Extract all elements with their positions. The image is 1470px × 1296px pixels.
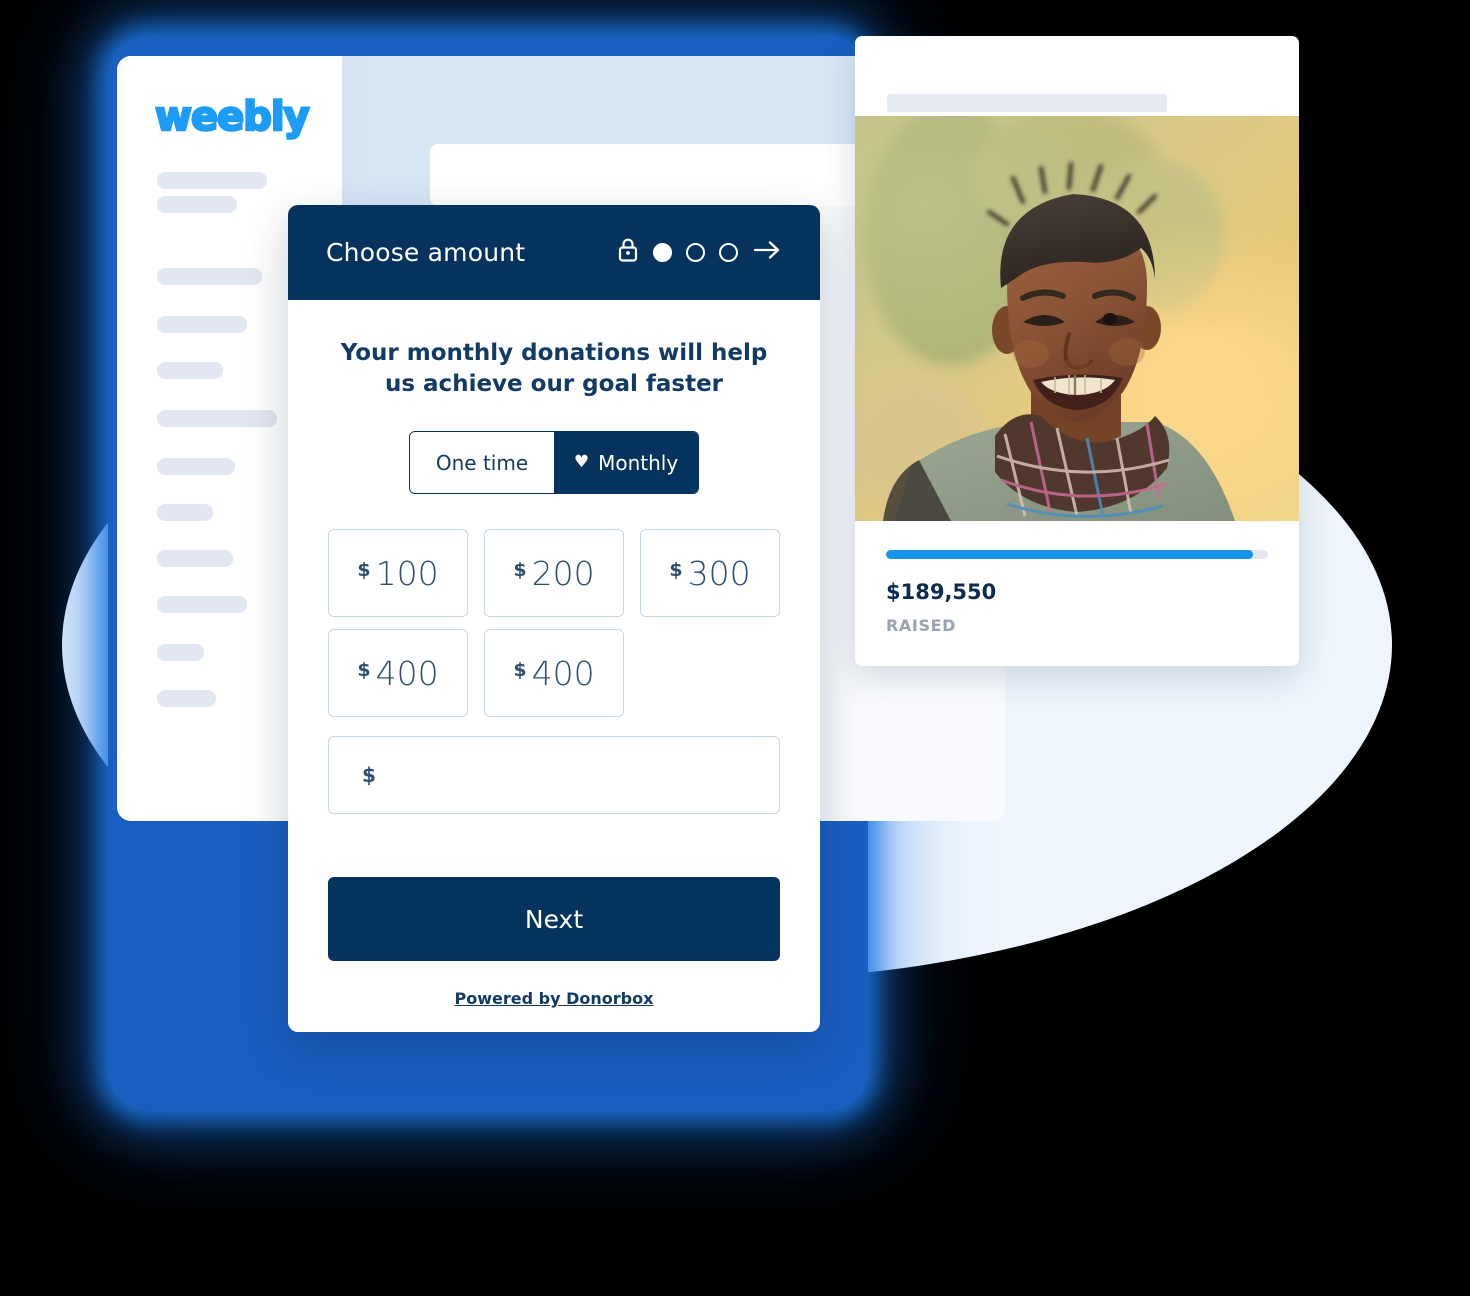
next-button[interactable]: Next [328, 877, 780, 962]
step-dot-1[interactable] [653, 243, 672, 262]
sidebar-skeleton-bar [157, 362, 223, 379]
custom-amount-field[interactable]: $ [328, 736, 780, 815]
amount-currency: $ [357, 558, 371, 581]
step-dot-3[interactable] [719, 243, 738, 262]
sidebar-skeleton-bar [157, 550, 233, 567]
lock-icon [617, 237, 639, 268]
campaign-photo [855, 116, 1299, 521]
sidebar-skeleton-bar [157, 172, 267, 189]
sidebar-skeleton-bar [157, 268, 262, 285]
amount-value: 200 [531, 553, 595, 593]
frequency-option-one-time[interactable]: One time [410, 432, 554, 494]
step-dot-2[interactable] [686, 243, 705, 262]
campaign-title-placeholder [887, 94, 1167, 112]
sidebar-skeleton-bar [157, 504, 213, 521]
amount-option-400-4[interactable]: $400 [484, 629, 624, 718]
amount-value: 100 [375, 553, 439, 593]
amount-option-100-0[interactable]: $100 [328, 529, 468, 618]
amount-currency: $ [669, 558, 683, 581]
powered-by-donorbox-link[interactable]: Powered by Donorbox [328, 989, 780, 1008]
amount-currency: $ [513, 558, 527, 581]
fundraising-progress-bar [886, 550, 1268, 559]
amount-raised: $189,550 [886, 580, 997, 604]
frequency-label-one-time: One time [435, 450, 529, 475]
amount-currency: $ [513, 658, 527, 681]
donation-form-body: Your monthly donations will help us achi… [288, 338, 820, 1008]
donation-form-header: Choose amount [288, 205, 820, 300]
sidebar-skeleton-bar [157, 690, 216, 707]
amount-currency: $ [357, 658, 371, 681]
amount-option-300-2[interactable]: $300 [640, 529, 780, 618]
campaign-card: $189,550 RAISED [855, 36, 1299, 666]
sidebar-skeleton-bar [157, 458, 235, 475]
amount-option-400-3[interactable]: $400 [328, 629, 468, 718]
frequency-label-monthly: Monthly [598, 450, 679, 475]
frequency-option-monthly[interactable]: ♥ Monthly [554, 432, 698, 494]
sidebar-skeleton-bar [157, 644, 204, 661]
sidebar-skeleton-bar [157, 316, 247, 333]
progress-fill [886, 550, 1253, 559]
form-step-title: Choose amount [326, 238, 526, 267]
amount-value: 400 [531, 653, 595, 693]
donation-form: Choose amount Your monthly donations wil… [288, 205, 820, 1032]
sidebar-skeleton-bar [157, 410, 277, 427]
frequency-toggle: One time ♥ Monthly [409, 431, 699, 495]
sidebar-skeleton-bar [157, 196, 237, 213]
form-headline: Your monthly donations will help us achi… [340, 340, 768, 398]
arrow-right-icon[interactable] [752, 238, 782, 267]
amount-option-200-1[interactable]: $200 [484, 529, 624, 618]
sidebar-skeleton-bar [157, 596, 247, 613]
custom-amount-currency: $ [362, 763, 376, 788]
custom-amount-input[interactable] [385, 762, 746, 788]
heart-icon: ♥ [573, 452, 590, 473]
weebly-logo[interactable]: weebly [154, 93, 311, 142]
preset-amount-grid: $100 $200 $300 $400 $400 [328, 529, 780, 718]
amount-value: 400 [375, 653, 439, 693]
screenshot-stage: weebly $189,550 RAISED Choose amount You… [0, 0, 1470, 1296]
amount-value: 300 [687, 553, 751, 593]
form-step-indicator [617, 237, 782, 268]
raised-label: RAISED [886, 616, 956, 635]
